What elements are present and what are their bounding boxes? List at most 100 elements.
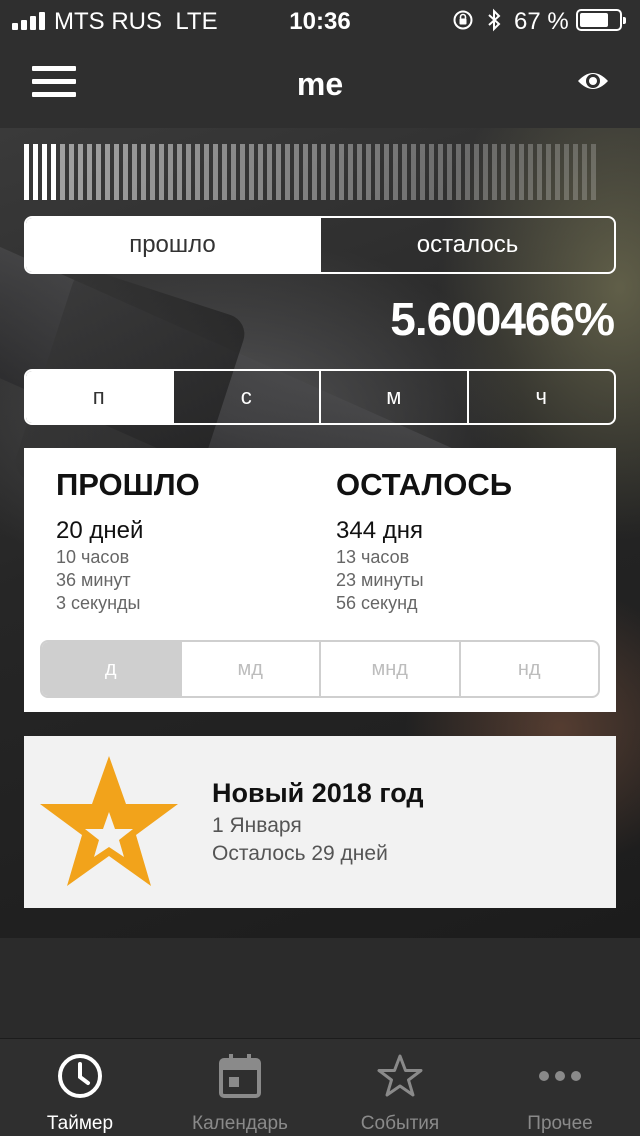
- progress-stripe: [393, 144, 398, 200]
- progress-stripe: [303, 144, 308, 200]
- eye-icon[interactable]: [576, 68, 610, 94]
- progress-stripe: [186, 144, 191, 200]
- progress-percent: 5.600466%: [390, 293, 615, 345]
- mode-toggle: прошло осталось: [24, 216, 616, 274]
- unit-option-p[interactable]: п: [26, 371, 172, 423]
- remaining-seconds: 56 секунд: [336, 593, 418, 613]
- progress-stripe: [285, 144, 290, 200]
- progress-stripe: [312, 144, 317, 200]
- progress-stripe: [438, 144, 443, 200]
- progress-stripe: [267, 144, 272, 200]
- progress-stripe: [456, 144, 461, 200]
- progress-stripe: [168, 144, 173, 200]
- progress-stripe: [132, 144, 137, 200]
- progress-stripe: [213, 144, 218, 200]
- tab-calendar[interactable]: Календарь: [160, 1039, 320, 1136]
- format-toggle: д мд мнд нд: [40, 640, 600, 698]
- progress-stripe: [429, 144, 434, 200]
- progress-stripe: [402, 144, 407, 200]
- progress-stripe: [573, 144, 578, 200]
- tab-more-label: Прочее: [527, 1113, 593, 1134]
- progress-stripes: [24, 144, 614, 200]
- passed-seconds: 3 секунды: [56, 593, 141, 613]
- remaining-column: ОСТАЛОСЬ 344 дня 13 часов 23 минуты 56 с…: [336, 466, 512, 615]
- progress-stripe: [204, 144, 209, 200]
- battery-icon: [576, 9, 626, 31]
- progress-stripe: [87, 144, 92, 200]
- unit-option-m[interactable]: м: [319, 371, 467, 423]
- progress-stripe: [483, 144, 488, 200]
- progress-stripe: [591, 144, 596, 200]
- progress-stripe: [582, 144, 587, 200]
- passed-hours: 10 часов: [56, 547, 130, 567]
- orientation-lock-icon: [453, 10, 473, 30]
- progress-stripe: [519, 144, 524, 200]
- progress-stripe: [348, 144, 353, 200]
- progress-stripe: [33, 144, 38, 200]
- progress-stripe: [420, 144, 425, 200]
- progress-stripe: [231, 144, 236, 200]
- progress-stripe: [492, 144, 497, 200]
- event-card[interactable]: Новый 2018 год 1 Января Осталось 29 дней: [24, 736, 616, 908]
- progress-stripe: [105, 144, 110, 200]
- progress-stripe: [222, 144, 227, 200]
- progress-stripe: [195, 144, 200, 200]
- tab-events-label: События: [360, 1113, 440, 1134]
- progress-stripe: [78, 144, 83, 200]
- progress-stripe: [465, 144, 470, 200]
- clock-icon: [58, 1054, 102, 1098]
- progress-stripe: [528, 144, 533, 200]
- progress-stripe: [375, 144, 380, 200]
- unit-option-s[interactable]: с: [171, 371, 320, 423]
- progress-stripe: [447, 144, 452, 200]
- progress-stripe: [150, 144, 155, 200]
- unit-toggle: п с м ч: [24, 369, 616, 425]
- progress-stripe: [339, 144, 344, 200]
- passed-heading: ПРОШЛО: [56, 467, 200, 502]
- progress-stripe: [555, 144, 560, 200]
- format-option-nd[interactable]: нд: [458, 642, 599, 696]
- remaining-hours: 13 часов: [336, 547, 410, 567]
- progress-stripe: [330, 144, 335, 200]
- navigation-bar: me: [0, 42, 640, 128]
- status-bar: MTS RUS LTE 10:36 67 %: [0, 0, 640, 42]
- remaining-minutes: 23 минуты: [336, 570, 424, 590]
- tab-calendar-label: Календарь: [192, 1113, 288, 1134]
- progress-stripe: [60, 144, 65, 200]
- progress-stripe: [501, 144, 506, 200]
- format-option-mnd[interactable]: мнд: [319, 642, 459, 696]
- event-remaining: Осталось 29 дней: [212, 842, 388, 865]
- progress-stripe: [510, 144, 515, 200]
- progress-stripe: [384, 144, 389, 200]
- tab-events[interactable]: События: [320, 1039, 480, 1136]
- tab-timer[interactable]: Таймер: [0, 1039, 160, 1136]
- calendar-icon: [219, 1054, 261, 1098]
- progress-stripe: [177, 144, 182, 200]
- progress-stripe: [159, 144, 164, 200]
- progress-stripe: [141, 144, 146, 200]
- unit-option-ch[interactable]: ч: [466, 371, 615, 423]
- tab-more[interactable]: Прочее: [480, 1039, 640, 1136]
- tab-timer-label: Таймер: [46, 1113, 114, 1134]
- passed-days: 20 дней: [56, 517, 144, 544]
- progress-stripe: [114, 144, 119, 200]
- progress-stripe: [42, 144, 47, 200]
- bluetooth-icon: [488, 8, 501, 32]
- mode-option-remaining[interactable]: осталось: [319, 218, 614, 272]
- format-option-d[interactable]: д: [42, 642, 180, 696]
- progress-stripe: [240, 144, 245, 200]
- mode-option-passed[interactable]: прошло: [26, 218, 319, 272]
- remaining-heading: ОСТАЛОСЬ: [336, 467, 513, 502]
- progress-stripe: [96, 144, 101, 200]
- progress-stripe: [51, 144, 56, 200]
- battery-percent: 67 %: [514, 8, 569, 35]
- passed-column: ПРОШЛО 20 дней 10 часов 36 минут 3 секун…: [56, 466, 200, 615]
- tab-bar: Таймер Календарь События Прочее: [0, 1038, 640, 1136]
- progress-stripe: [249, 144, 254, 200]
- progress-stripe: [564, 144, 569, 200]
- progress-stripe: [258, 144, 263, 200]
- progress-stripe: [546, 144, 551, 200]
- progress-stripe: [366, 144, 371, 200]
- format-option-md[interactable]: мд: [179, 642, 320, 696]
- progress-stripe: [411, 144, 416, 200]
